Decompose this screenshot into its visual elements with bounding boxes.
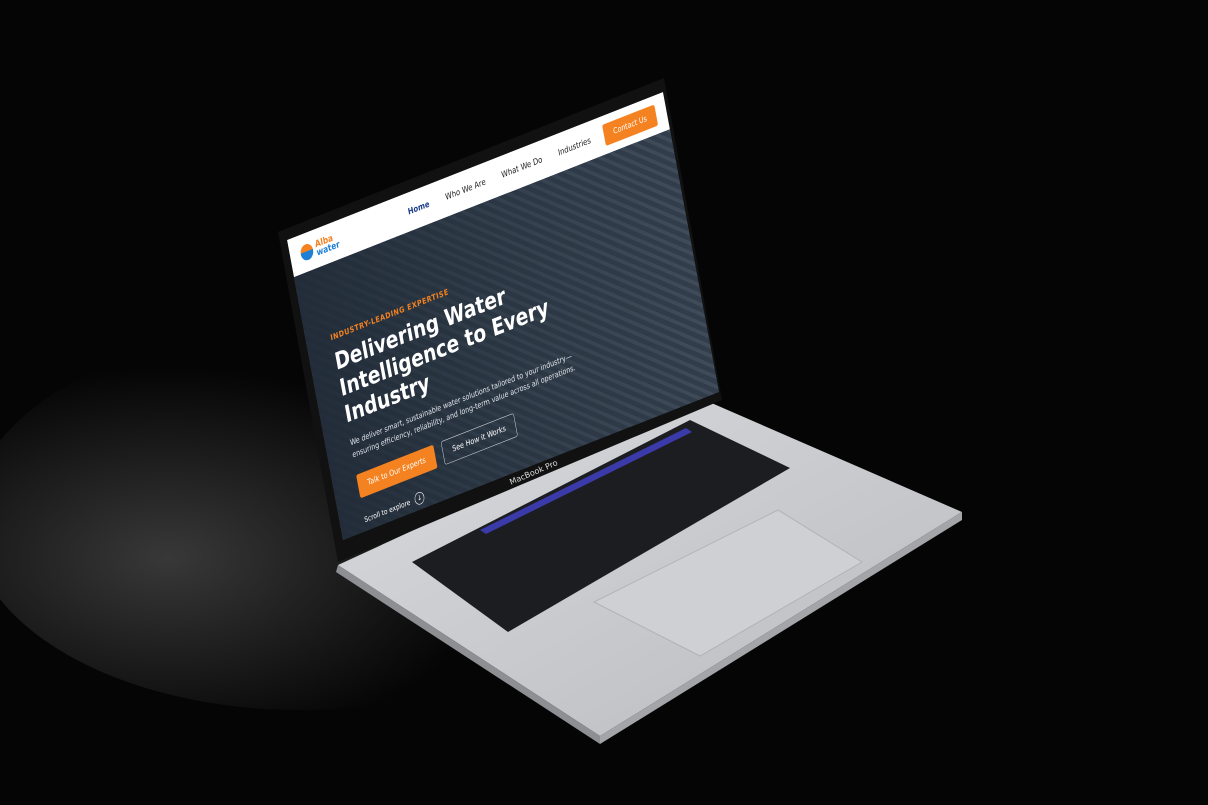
nav-industries[interactable]: Industries: [557, 136, 591, 158]
arrow-down-icon: ↓: [413, 490, 426, 507]
nav-home[interactable]: Home: [407, 199, 430, 217]
logo-wave-icon: [299, 241, 315, 263]
nav-who-we-are[interactable]: Who We Are: [444, 177, 486, 202]
nav-what-we-do[interactable]: What We Do: [501, 155, 544, 181]
